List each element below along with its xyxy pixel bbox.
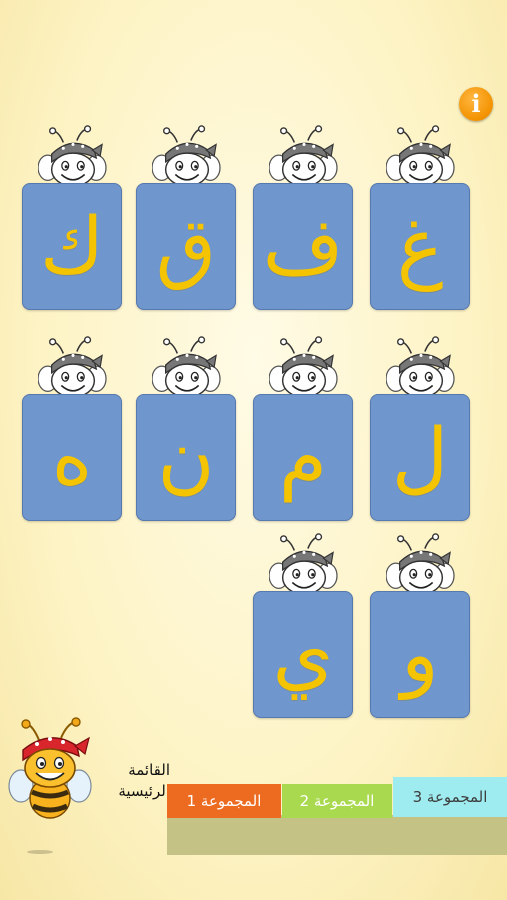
bee-mascot-icon <box>386 533 455 597</box>
bee-mascot-icon <box>152 125 221 189</box>
home-bee-icon[interactable] <box>5 716 95 828</box>
tab-group-2-label: المجموعة 2 <box>299 792 375 810</box>
tab-group-1[interactable]: المجموعة 1 <box>167 784 281 818</box>
letter-label: ي <box>272 609 334 700</box>
letter-card[interactable]: ق <box>136 125 236 310</box>
letter-tile: ه <box>22 394 122 521</box>
letter-card[interactable]: ن <box>136 336 236 521</box>
letter-label: ه <box>51 412 93 503</box>
info-button[interactable]: i <box>459 87 493 121</box>
bee-mascot-icon <box>269 336 338 400</box>
home-label-line1: القائمة <box>128 761 170 779</box>
letter-card[interactable]: ل <box>370 336 470 521</box>
bee-mascot-icon <box>38 336 107 400</box>
letter-label: ن <box>157 412 215 503</box>
letter-tile: ك <box>22 183 122 310</box>
letter-card[interactable]: غ <box>370 125 470 310</box>
bee-mascot-icon <box>269 125 338 189</box>
tab-group-3-label: المجموعة 3 <box>412 788 488 806</box>
tabs-bar <box>167 815 507 855</box>
letter-tile: ق <box>136 183 236 310</box>
letter-tile: ي <box>253 591 353 718</box>
letter-card[interactable]: م <box>253 336 353 521</box>
letter-label: ف <box>262 201 344 292</box>
letter-card[interactable]: ه <box>22 336 122 521</box>
letters-screen: i ك ق ف غ ه ن م ل ي و القائمة الرئيسية ا… <box>0 0 507 900</box>
tab-group-2[interactable]: المجموعة 2 <box>282 784 392 818</box>
home-label-line2: الرئيسية <box>118 782 170 800</box>
letter-card[interactable]: ي <box>253 533 353 718</box>
bee-mascot-icon <box>38 125 107 189</box>
letter-card[interactable]: و <box>370 533 470 718</box>
letter-tile: ل <box>370 394 470 521</box>
letter-label: غ <box>396 201 444 292</box>
bee-mascot-icon <box>386 336 455 400</box>
bee-mascot-icon <box>152 336 221 400</box>
letter-label: و <box>401 609 439 700</box>
info-icon: i <box>471 89 481 118</box>
letter-label: ق <box>155 201 217 292</box>
bee-mascot-icon <box>269 533 338 597</box>
letter-tile: و <box>370 591 470 718</box>
tab-group-1-label: المجموعة 1 <box>186 792 262 810</box>
letter-tile: ف <box>253 183 353 310</box>
letter-tile: ن <box>136 394 236 521</box>
home-menu-link[interactable]: القائمة الرئيسية <box>86 760 170 802</box>
tab-group-3[interactable]: المجموعة 3 <box>393 777 507 817</box>
bee-mascot-icon <box>386 125 455 189</box>
letter-label: م <box>278 412 328 503</box>
letter-card[interactable]: ك <box>22 125 122 310</box>
letter-label: ل <box>391 412 449 503</box>
letter-card[interactable]: ف <box>253 125 353 310</box>
letter-tile: غ <box>370 183 470 310</box>
letter-label: ك <box>39 201 105 292</box>
letter-tile: م <box>253 394 353 521</box>
mascot-shadow <box>27 850 53 854</box>
